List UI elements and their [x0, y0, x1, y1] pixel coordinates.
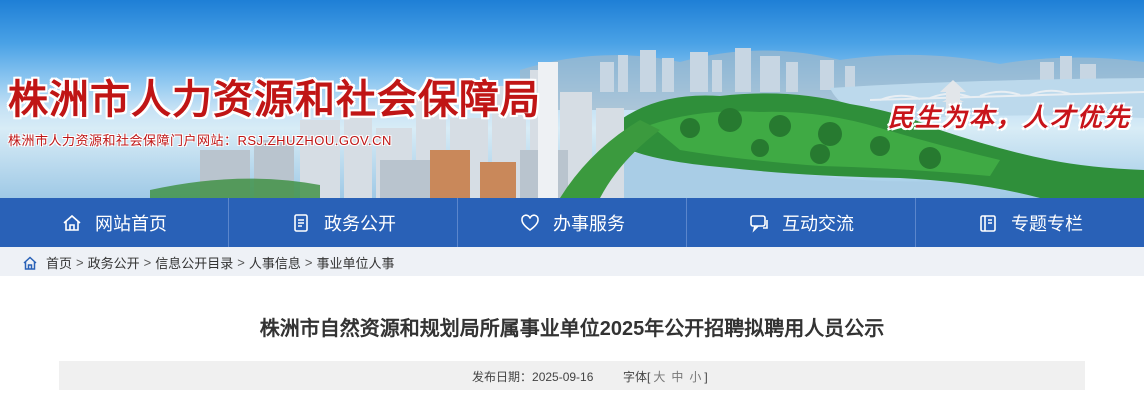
publish-date-label: 发布日期： — [472, 370, 533, 384]
nav-item-home[interactable]: 网站首页 — [0, 198, 229, 247]
site-slogan: 民生为本，人才优先 — [888, 103, 1132, 132]
nav-item-services[interactable]: 办事服务 — [458, 198, 687, 247]
nav-item-government-affairs[interactable]: 政务公开 — [229, 198, 458, 247]
breadcrumb-separator: > — [304, 255, 313, 270]
breadcrumb-public-institution-personnel[interactable]: 事业单位人事 — [316, 253, 394, 272]
font-size-label: 字体 — [623, 370, 648, 384]
nav-item-special-topics[interactable]: 专题专栏 — [916, 198, 1144, 247]
nav-item-label: 互动交流 — [782, 213, 854, 234]
font-size-close-bracket: ] — [704, 370, 708, 384]
nav-item-label: 办事服务 — [553, 213, 625, 234]
font-size-open-bracket: [ — [647, 370, 651, 384]
breadcrumb-personnel-info[interactable]: 人事信息 — [249, 253, 301, 272]
breadcrumb-separator: > — [76, 255, 84, 270]
font-size-large-button[interactable]: 大 — [653, 370, 665, 384]
font-size-medium-button[interactable]: 中 — [671, 370, 683, 384]
nav-item-label: 政务公开 — [324, 213, 396, 234]
home-icon — [22, 255, 38, 271]
site-title: 株洲市人力资源和社会保障局 — [8, 76, 541, 123]
breadcrumb-separator: > — [143, 255, 152, 270]
font-size-switcher: 字体[大中小] — [623, 368, 708, 385]
site-subtitle: 株洲市人力资源和社会保障门户网站：RSJ.ZHUZHOU.GOV.CN — [8, 133, 392, 148]
article-title: 株洲市自然资源和规划局所属事业单位2025年公开招聘拟聘用人员公示 — [259, 318, 885, 340]
breadcrumb-home[interactable]: 首页 — [46, 253, 72, 272]
main-nav: 网站首页 政务公开 办事服务 互动交流 专题专栏 — [0, 198, 1144, 247]
publish-date: 发布日期：2025-09-16 — [472, 368, 593, 385]
site-banner: 株洲市人力资源和社会保障局 株洲市人力资源和社会保障门户网站：RSJ.ZHUZH… — [0, 0, 1144, 198]
nav-item-label: 网站首页 — [95, 213, 167, 234]
document-icon — [290, 212, 312, 234]
heart-icon — [519, 212, 541, 234]
font-size-small-button[interactable]: 小 — [689, 370, 701, 384]
article-meta-bar: 发布日期：2025-09-16 字体[大中小] — [59, 361, 1085, 390]
nav-item-interaction[interactable]: 互动交流 — [687, 198, 916, 247]
breadcrumb: 首页 > 政务公开 > 信息公开目录 > 人事信息 > 事业单位人事 — [22, 253, 394, 272]
breadcrumb-bar: 首页 > 政务公开 > 信息公开目录 > 人事信息 > 事业单位人事 — [0, 247, 1144, 276]
breadcrumb-info-directory[interactable]: 信息公开目录 — [155, 253, 233, 272]
nav-item-label: 专题专栏 — [1011, 213, 1083, 234]
book-icon — [977, 212, 999, 234]
home-icon — [61, 212, 83, 234]
breadcrumb-government-affairs[interactable]: 政务公开 — [88, 253, 140, 272]
breadcrumb-separator: > — [237, 255, 245, 270]
chat-icon — [748, 212, 770, 234]
publish-date-value: 2025-09-16 — [532, 370, 594, 384]
